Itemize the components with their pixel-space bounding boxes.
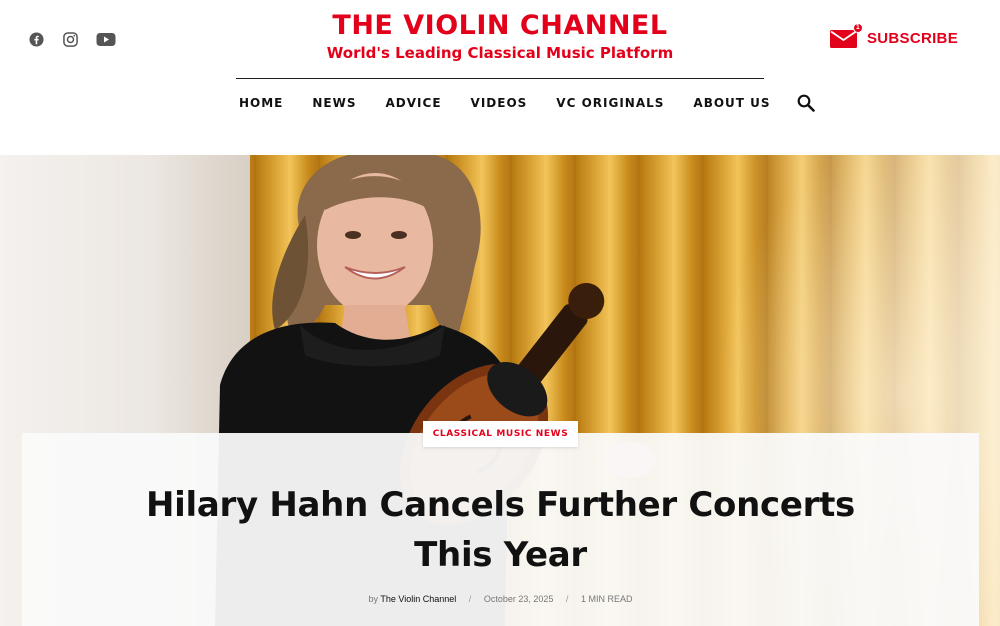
main-nav: HOME NEWS ADVICE VIDEOS VC ORIGINALS ABO…	[239, 94, 815, 112]
subscribe-label: SUBSCRIBE	[866, 29, 958, 47]
site-header: THE VIOLIN CHANNEL World's Leading Class…	[0, 0, 1000, 155]
nav-item-videos[interactable]: VIDEOS	[471, 94, 528, 112]
nav-item-home[interactable]: HOME	[239, 94, 283, 112]
meta-separator: /	[565, 594, 569, 604]
category-tag[interactable]: CLASSICAL MUSIC NEWS	[423, 421, 578, 447]
by-label: by	[368, 594, 379, 604]
envelope-icon: 1	[829, 23, 863, 48]
article-headline[interactable]: Hilary Hahn Cancels Further Concerts Thi…	[22, 480, 979, 580]
nav-item-news[interactable]: NEWS	[312, 94, 356, 112]
read-time: 1 MIN READ	[580, 594, 633, 604]
article-author[interactable]: The Violin Channel	[380, 594, 456, 604]
subscribe-button[interactable]: 1 SUBSCRIBE	[829, 23, 958, 48]
nav-item-vc-originals[interactable]: VC ORIGINALS	[556, 94, 664, 112]
article-meta: by The Violin Channel / October 23, 2025…	[22, 594, 979, 604]
header-divider	[236, 78, 764, 79]
subscribe-badge: 1	[852, 23, 863, 33]
article-date: October 23, 2025	[483, 594, 554, 604]
nav-item-about-us[interactable]: ABOUT US	[693, 94, 770, 112]
meta-separator: /	[468, 594, 472, 604]
nav-item-advice[interactable]: ADVICE	[386, 94, 442, 112]
search-icon[interactable]	[797, 94, 815, 112]
